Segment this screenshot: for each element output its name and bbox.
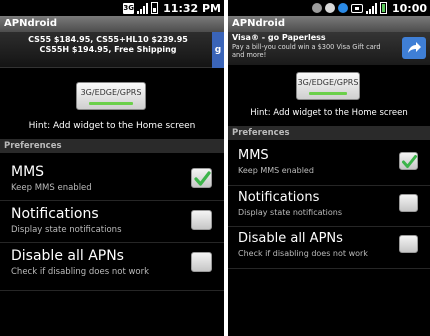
- disable-apns-checkbox[interactable]: [399, 235, 418, 253]
- usb-icon: [350, 3, 363, 13]
- pref-subtitle: Display state notifications: [238, 208, 342, 217]
- status-time: 11:32 PM: [163, 1, 221, 15]
- status-bar: 10:00: [228, 0, 430, 16]
- pref-title: Notifications: [238, 190, 320, 205]
- widget-label: 3G/EDGE/GPRS: [80, 88, 142, 97]
- pref-disable-all-apns[interactable]: Disable all APNs Check if disabling does…: [0, 243, 224, 291]
- pref-title: MMS: [11, 164, 45, 180]
- mms-checkbox[interactable]: [399, 152, 418, 170]
- pref-mms[interactable]: MMS Keep MMS enabled: [0, 159, 224, 201]
- disable-apns-checkbox[interactable]: [191, 252, 212, 272]
- phone-screen-right: 10:00 APNdroid Visa® - go Paperless Pay …: [228, 0, 430, 336]
- preferences-header: Preferences: [228, 126, 430, 140]
- pref-title: MMS: [238, 148, 269, 163]
- pref-notifications[interactable]: Notifications Display state notification…: [228, 186, 430, 227]
- network-3g-icon: 3G: [123, 2, 135, 14]
- pref-subtitle: Keep MMS enabled: [11, 183, 92, 193]
- pref-title: Notifications: [11, 206, 99, 222]
- widget-toggle-button[interactable]: 3G/EDGE/GPRS: [296, 72, 360, 100]
- notifications-checkbox[interactable]: [399, 194, 418, 212]
- notifications-checkbox[interactable]: [191, 210, 212, 230]
- app-title: APNdroid: [228, 16, 430, 32]
- ad-banner[interactable]: CS55 $184.95, CS55+HL10 $239.95 CS55H $1…: [0, 32, 224, 68]
- ad-body: Pay a bill-you could win a $300 Visa Gif…: [232, 43, 381, 59]
- ad-line-2: CS55H $194.95, Free Shipping: [39, 45, 177, 54]
- app-title: APNdroid: [0, 16, 224, 32]
- widget-status-bar: [89, 102, 133, 105]
- widget-toggle-button[interactable]: 3G/EDGE/GPRS: [76, 82, 146, 110]
- status-bar: 3G 11:32 PM: [0, 0, 224, 16]
- widget-label: 3G/EDGE/GPRS: [297, 78, 359, 87]
- battery-icon: [151, 2, 159, 14]
- pref-subtitle: Check if disabling does not work: [238, 249, 368, 258]
- hint-text: Hint: Add widget to the Home screen: [250, 108, 408, 118]
- ad-banner[interactable]: Visa® - go Paperless Pay a bill-you coul…: [228, 32, 430, 65]
- ad-line-1: CS55 $184.95, CS55+HL10 $239.95: [28, 35, 188, 44]
- checkmark-icon: [194, 171, 211, 186]
- pref-subtitle: Display state notifications: [11, 225, 122, 235]
- pref-subtitle: Check if disabling does not work: [11, 267, 150, 277]
- pref-title: Disable all APNs: [238, 231, 343, 246]
- battery-icon: [379, 2, 387, 14]
- checkmark-icon: [402, 155, 417, 168]
- widget-status-bar: [309, 92, 347, 95]
- signal-icon: [137, 2, 149, 14]
- hint-text: Hint: Add widget to the Home screen: [28, 121, 196, 131]
- pref-title: Disable all APNs: [11, 248, 124, 264]
- pref-notifications[interactable]: Notifications Display state notification…: [0, 201, 224, 243]
- ad-title: Visa® - go Paperless: [232, 33, 326, 42]
- notification-icon: [311, 3, 322, 13]
- phone-screen-left: 3G 11:32 PM APNdroid CS55 $184.95, CS55+…: [0, 0, 224, 336]
- preferences-header: Preferences: [0, 139, 224, 153]
- pref-subtitle: Keep MMS enabled: [238, 166, 314, 175]
- wifi-icon: [337, 3, 348, 13]
- ad-google-icon[interactable]: g: [212, 32, 224, 68]
- pref-disable-all-apns[interactable]: Disable all APNs Check if disabling does…: [228, 227, 430, 269]
- share-arrow-icon[interactable]: [402, 37, 426, 59]
- mms-checkbox[interactable]: [191, 168, 212, 188]
- pref-mms[interactable]: MMS Keep MMS enabled: [228, 144, 430, 186]
- status-time: 10:00: [391, 1, 427, 15]
- signal-icon: [365, 2, 377, 14]
- sync-icon: [324, 3, 335, 13]
